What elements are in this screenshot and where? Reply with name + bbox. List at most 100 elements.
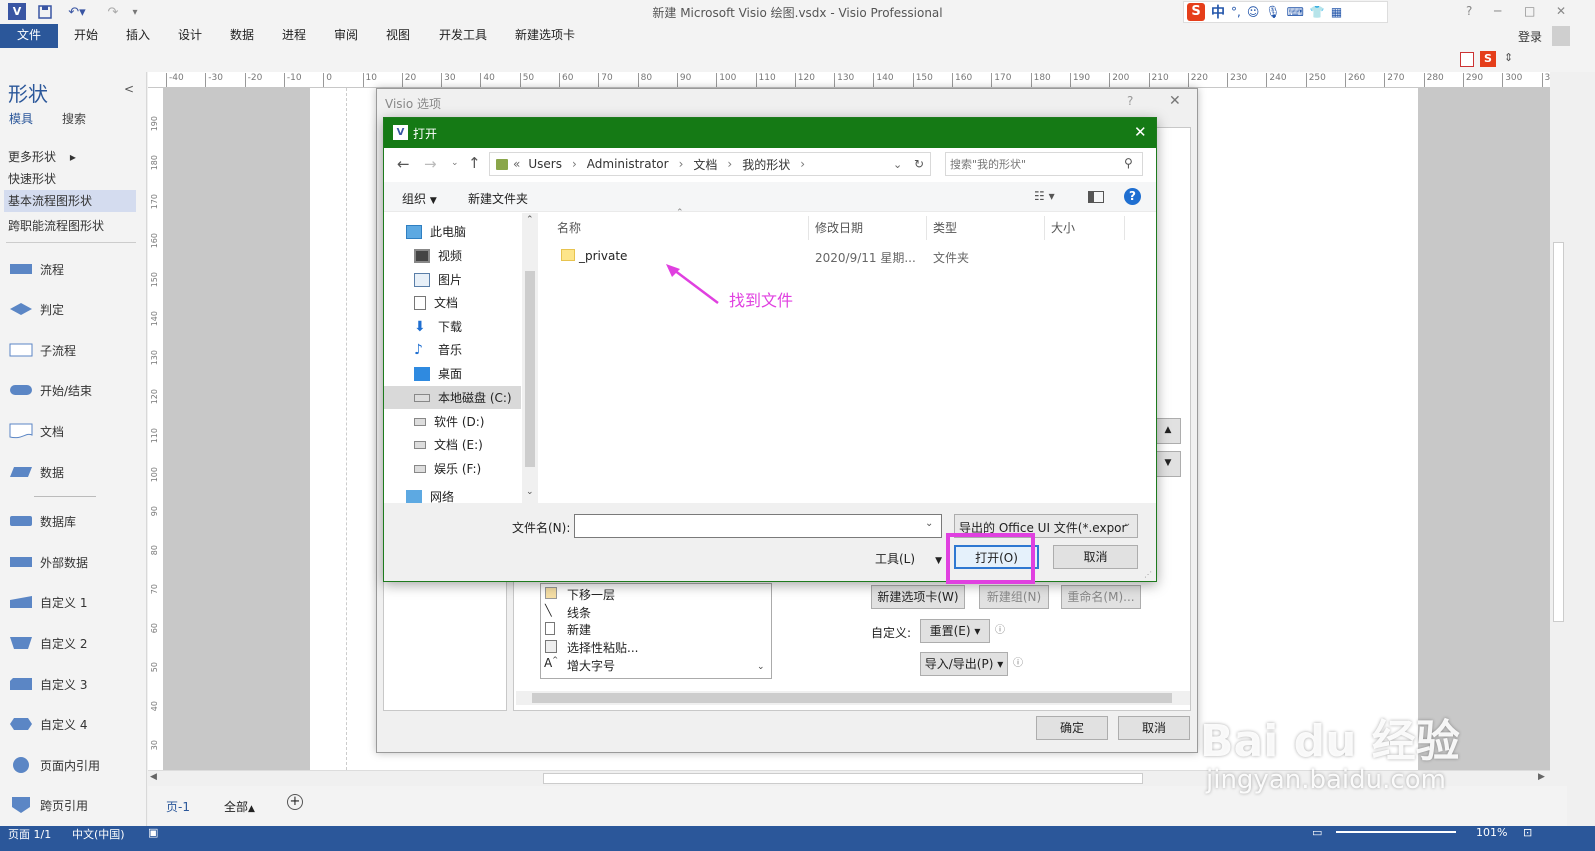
shape-subprocess[interactable]: 子流程 bbox=[8, 335, 76, 365]
new-group-button[interactable]: 新建组(N) bbox=[979, 585, 1049, 609]
command-item[interactable]: 线条 bbox=[567, 604, 591, 621]
shape-custom-3[interactable]: 自定义 3 bbox=[8, 669, 87, 699]
path-administrator[interactable]: Administrator bbox=[587, 157, 669, 171]
import-export-button[interactable]: 导入/导出(P) ▾ bbox=[920, 652, 1008, 676]
nav-videos[interactable]: 视频 bbox=[414, 244, 462, 267]
path-overflow[interactable]: « bbox=[513, 157, 520, 171]
zoom-slider[interactable] bbox=[1336, 831, 1456, 833]
note-icon[interactable] bbox=[1460, 52, 1474, 67]
sign-in-link[interactable]: 登录 bbox=[1518, 28, 1542, 45]
tab-new-tab[interactable]: 新建选项卡 bbox=[508, 24, 582, 48]
tab-file[interactable]: 文件 bbox=[0, 24, 58, 48]
zoom-level[interactable]: 101% bbox=[1476, 826, 1507, 839]
nav-scroll-down-icon[interactable]: ⌄ bbox=[526, 487, 534, 497]
nav-documents[interactable]: 文档 bbox=[414, 291, 458, 314]
tab-data[interactable]: 数据 bbox=[222, 24, 262, 48]
view-options-icon[interactable]: ☷ ▾ bbox=[1034, 189, 1055, 203]
avatar[interactable] bbox=[1552, 26, 1570, 46]
nav-drive-c[interactable]: 本地磁盘 (C:) bbox=[384, 386, 521, 409]
nav-music[interactable]: ♪ 音乐 bbox=[414, 338, 462, 361]
close-button[interactable]: ✕ bbox=[1556, 4, 1566, 18]
back-icon[interactable]: ← bbox=[397, 155, 410, 173]
shape-document[interactable]: 文档 bbox=[8, 416, 64, 446]
column-date[interactable]: 修改日期 bbox=[809, 216, 927, 240]
all-pages-button[interactable]: 全部▲ bbox=[224, 798, 255, 815]
options-cancel-button[interactable]: 取消 bbox=[1118, 716, 1190, 740]
refresh-icon[interactable]: ↻ bbox=[914, 157, 924, 171]
shape-external-data[interactable]: 外部数据 bbox=[8, 547, 88, 577]
vertical-scrollbar[interactable] bbox=[1550, 72, 1567, 770]
hscroll-thumb[interactable] bbox=[543, 773, 1143, 784]
add-page-button[interactable]: + bbox=[287, 794, 303, 810]
tab-insert[interactable]: 插入 bbox=[118, 24, 158, 48]
quick-shapes[interactable]: 快速形状 bbox=[8, 170, 56, 187]
stencil-basic-flowchart[interactable]: 基本流程图形状 bbox=[4, 190, 136, 212]
cancel-button[interactable]: 取消 bbox=[1053, 545, 1138, 569]
shape-off-page-ref[interactable]: 跨页引用 bbox=[8, 790, 88, 820]
forward-icon[interactable]: → bbox=[424, 155, 437, 173]
shape-start-end[interactable]: 开始/结束 bbox=[8, 375, 92, 405]
nav-drive-d[interactable]: 软件 (D:) bbox=[414, 410, 484, 433]
nav-network[interactable]: 网络 bbox=[406, 485, 454, 503]
shape-custom-2[interactable]: 自定义 2 bbox=[8, 628, 87, 658]
search-input[interactable] bbox=[950, 156, 1120, 172]
scroll-down-small[interactable]: ▼ bbox=[1155, 451, 1181, 477]
maximize-button[interactable]: □ bbox=[1524, 4, 1535, 18]
help-button[interactable]: ? bbox=[1466, 4, 1472, 18]
help-icon[interactable]: ? bbox=[1124, 188, 1141, 205]
search-box[interactable]: ⚲ bbox=[945, 152, 1143, 176]
command-item[interactable]: 增大字号 bbox=[567, 657, 615, 674]
file-type-dropdown-icon[interactable]: ⌄ bbox=[1123, 518, 1131, 529]
rename-button[interactable]: 重命名(M)... bbox=[1061, 585, 1141, 609]
tab-page-1[interactable]: 页-1 bbox=[166, 798, 190, 815]
tab-view[interactable]: 视图 bbox=[378, 24, 418, 48]
up-icon[interactable]: ↑ bbox=[468, 154, 481, 172]
column-size[interactable]: 大小 bbox=[1045, 216, 1125, 240]
tab-home[interactable]: 开始 bbox=[66, 24, 106, 48]
organize-menu[interactable]: 组织 ▼ bbox=[402, 190, 437, 207]
fit-page-icon[interactable]: ⊡ bbox=[1523, 826, 1532, 839]
column-name[interactable]: 名称 bbox=[551, 216, 809, 240]
nav-drive-e[interactable]: 文档 (E:) bbox=[414, 433, 483, 456]
nav-desktop[interactable]: 桌面 bbox=[414, 362, 462, 385]
ime-toolbar[interactable]: S 中 °, ☺ 🎙 ⌨ 👕 ▦ bbox=[1183, 1, 1388, 23]
hscroll-left-arrow[interactable]: ◀ bbox=[150, 772, 157, 782]
recent-dropdown-icon[interactable]: ⌄ bbox=[451, 158, 459, 168]
tools-menu[interactable]: 工具(L) ▼ bbox=[875, 550, 942, 567]
filename-dropdown-icon[interactable]: ⌄ bbox=[925, 518, 933, 529]
address-dropdown-icon[interactable]: ⌄ bbox=[893, 158, 902, 171]
shape-custom-4[interactable]: 自定义 4 bbox=[8, 709, 87, 739]
arrows-icon[interactable]: ⇕ bbox=[1504, 51, 1513, 64]
status-language[interactable]: 中文(中国) bbox=[72, 826, 125, 842]
command-list[interactable]: 下移一层 线条 新建 选择性粘贴... 增大字号 ╲ A^ ⌄ bbox=[540, 583, 772, 679]
options-close-button[interactable]: ✕ bbox=[1169, 93, 1181, 109]
shape-data[interactable]: 数据 bbox=[8, 457, 64, 487]
command-item[interactable]: 新建 bbox=[567, 621, 591, 638]
collapse-pane-button[interactable]: < bbox=[124, 82, 134, 96]
command-item[interactable]: 下移一层 bbox=[567, 586, 615, 603]
stencil-cross-functional[interactable]: 跨职能流程图形状 bbox=[8, 217, 104, 234]
list-scroll-down-icon[interactable]: ⌄ bbox=[757, 662, 765, 672]
sogou-small-icon[interactable]: S bbox=[1480, 51, 1496, 67]
options-help-button[interactable]: ? bbox=[1127, 94, 1133, 108]
tab-search[interactable]: 搜索 bbox=[62, 110, 86, 127]
options-hscrollbar[interactable] bbox=[516, 691, 1190, 705]
nav-scrollbar[interactable]: ⌃ ⌄ bbox=[522, 213, 538, 503]
preview-pane-icon[interactable] bbox=[1088, 191, 1104, 203]
open-dialog-close-button[interactable]: ✕ bbox=[1134, 123, 1147, 141]
scroll-up-small[interactable]: ▲ bbox=[1155, 418, 1181, 444]
new-tab-button[interactable]: 新建选项卡(W) bbox=[871, 585, 965, 609]
path-documents[interactable]: 文档 bbox=[693, 156, 717, 173]
nav-downloads[interactable]: ⬇ 下载 bbox=[414, 315, 462, 338]
tab-process[interactable]: 进程 bbox=[274, 24, 314, 48]
resize-grip-icon[interactable]: ⋰ bbox=[1144, 570, 1152, 579]
new-folder-button[interactable]: 新建文件夹 bbox=[468, 190, 528, 207]
shape-decision[interactable]: 判定 bbox=[8, 294, 64, 324]
shape-database[interactable]: 数据库 bbox=[8, 506, 76, 536]
minimize-button[interactable]: ─ bbox=[1494, 4, 1501, 18]
column-type[interactable]: 类型 bbox=[927, 216, 1045, 240]
file-row[interactable]: _private 2020/9/11 星期... 文件夹 bbox=[551, 246, 1141, 268]
nav-scroll-thumb[interactable] bbox=[525, 271, 535, 467]
search-icon[interactable]: ⚲ bbox=[1124, 156, 1133, 170]
address-bar[interactable]: « Users › Administrator › 文档 › 我的形状 › ⌄ ↻ bbox=[489, 152, 931, 176]
